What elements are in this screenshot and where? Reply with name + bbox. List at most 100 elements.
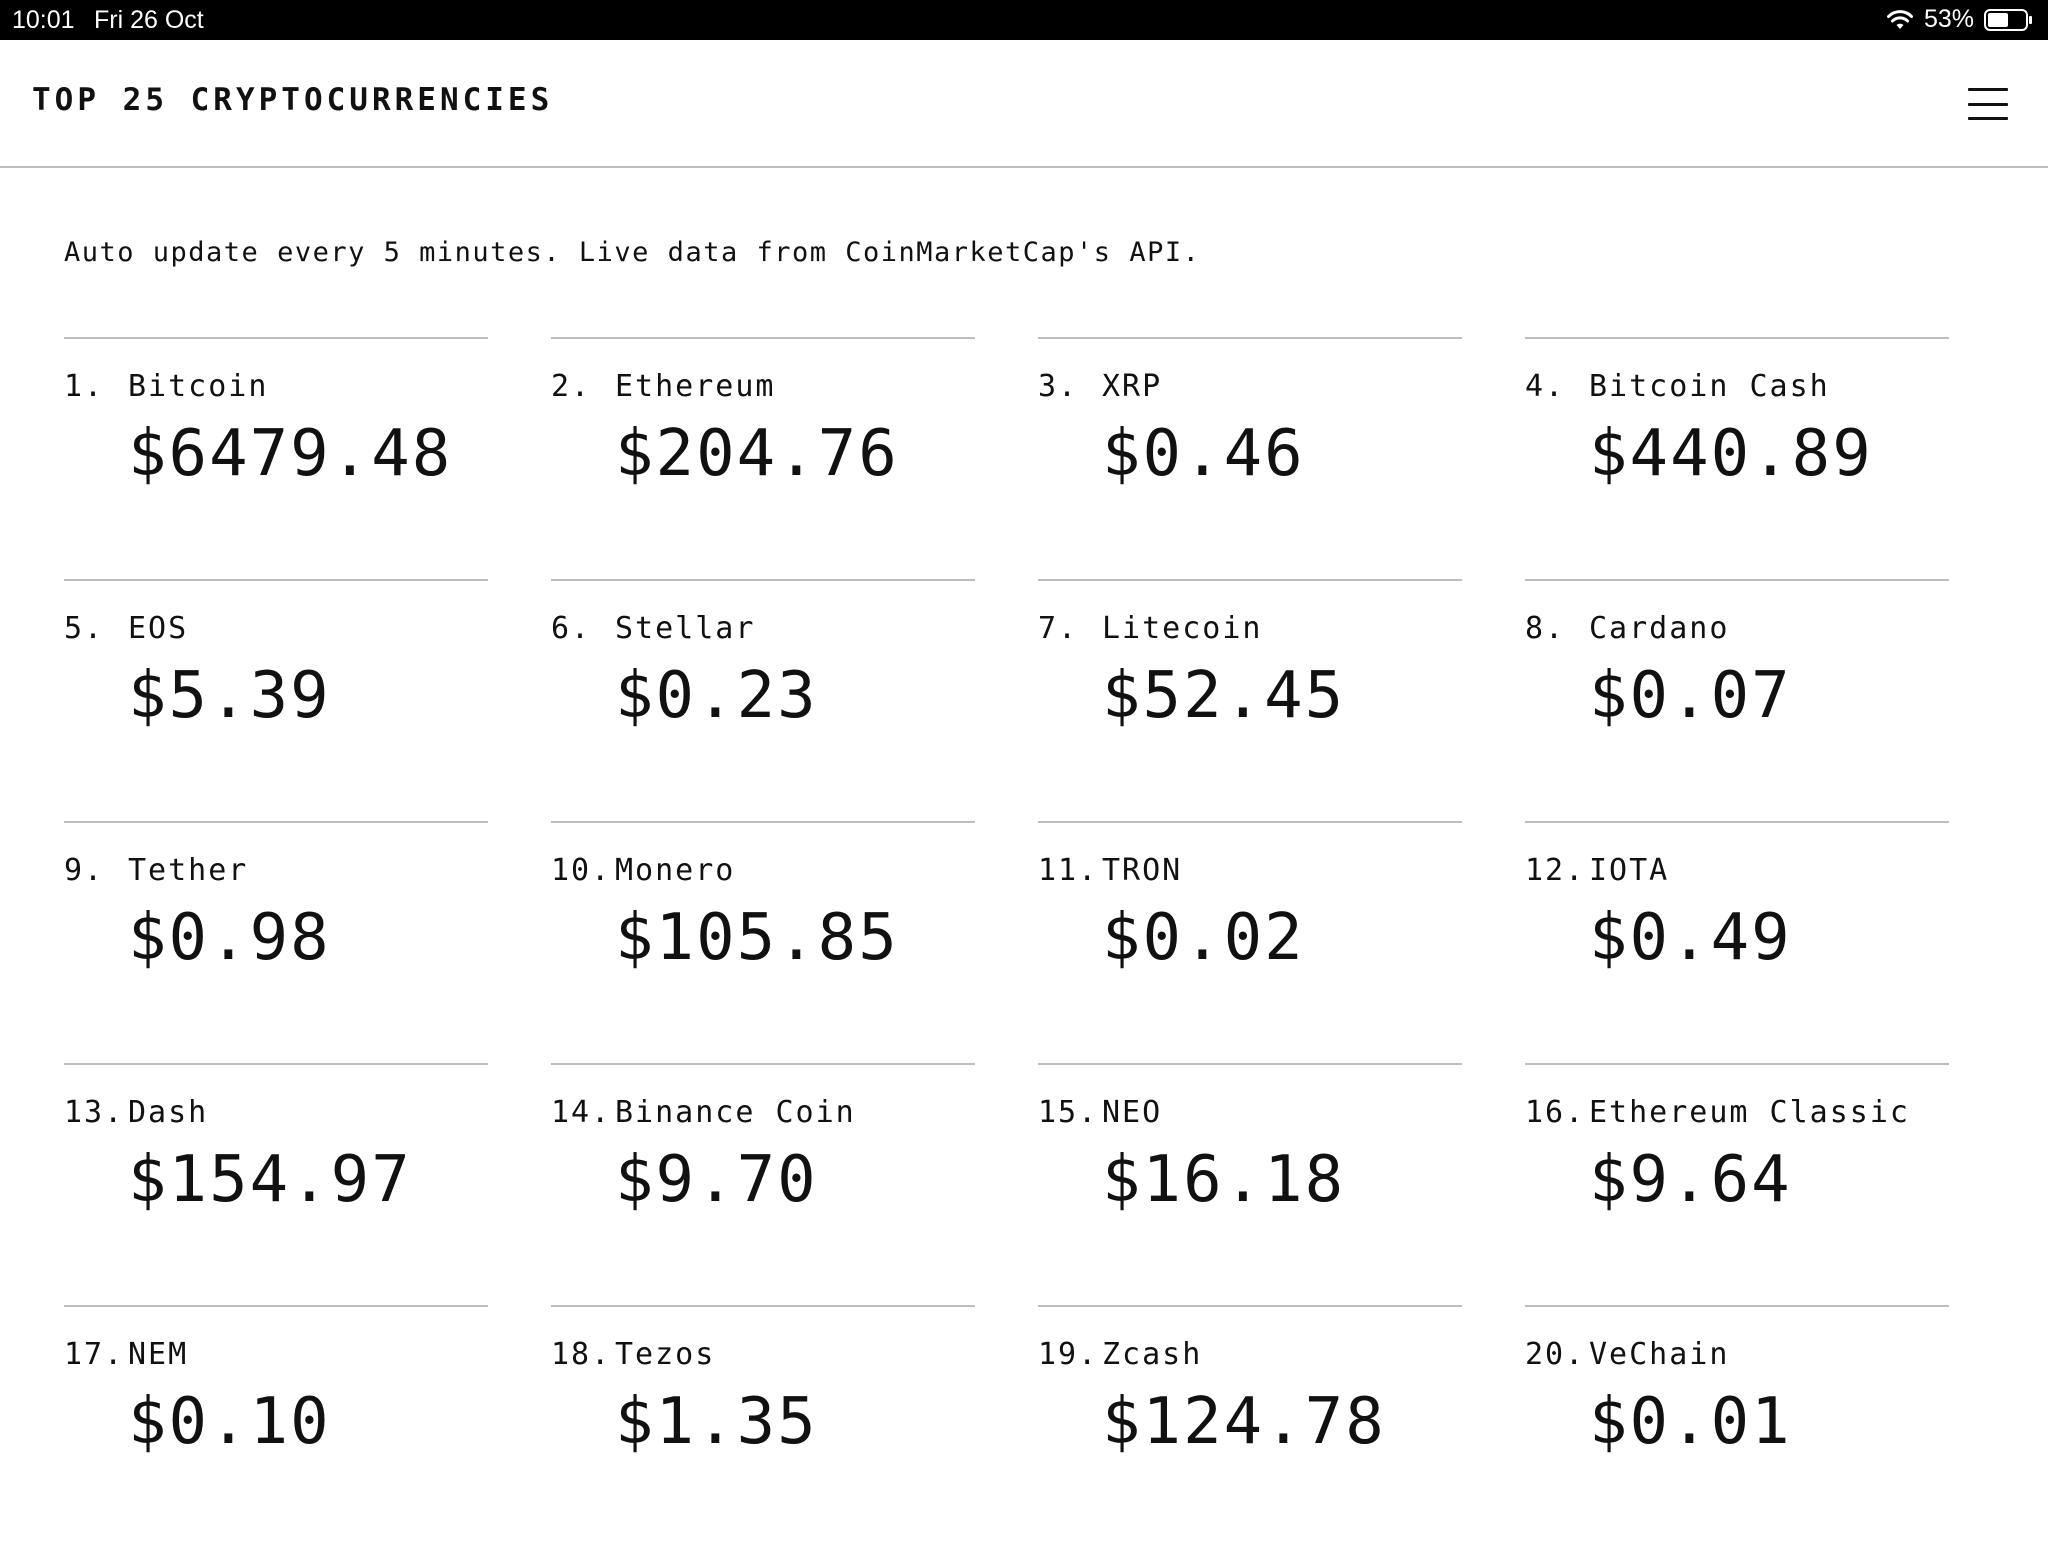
coin-price: $0.02: [1102, 901, 1305, 975]
coin-price: $5.39: [128, 659, 331, 733]
hamburger-menu-icon[interactable]: [1968, 88, 2008, 120]
coin-card[interactable]: 8. Cardano $0.07: [1525, 579, 1949, 821]
coin-header: 7. Litecoin: [1038, 611, 1263, 646]
coin-price: $124.78: [1102, 1385, 1386, 1459]
menu-line: [1968, 88, 2008, 91]
coin-price: $154.97: [128, 1143, 412, 1217]
coin-card[interactable]: 14. Binance Coin $9.70: [551, 1063, 975, 1305]
coin-header: 14. Binance Coin: [551, 1095, 856, 1130]
coin-name: NEO: [1102, 1095, 1163, 1130]
coin-card[interactable]: 6. Stellar $0.23: [551, 579, 975, 821]
status-indicators: 53%: [1886, 5, 2034, 34]
coin-header: 16. Ethereum Classic: [1525, 1095, 1910, 1130]
coin-header: 11. TRON: [1038, 853, 1182, 888]
coin-rank: 9.: [64, 853, 105, 888]
coin-name: Ethereum Classic: [1589, 1095, 1910, 1130]
coin-name: Tezos: [615, 1337, 716, 1372]
coin-header: 10. Monero: [551, 853, 735, 888]
coin-header: 15. NEO: [1038, 1095, 1162, 1130]
coin-card[interactable]: 1. Bitcoin $6479.48: [64, 337, 488, 579]
coin-rank: 15.: [1038, 1095, 1099, 1130]
status-bar: 10:01 Fri 26 Oct 53%: [0, 0, 2048, 40]
coin-header: 1. Bitcoin: [64, 369, 268, 404]
coin-card[interactable]: 10. Monero $105.85: [551, 821, 975, 1063]
coin-card[interactable]: 17. NEM $0.10: [64, 1305, 488, 1547]
coin-name: Monero: [615, 853, 736, 888]
coin-rank: 11.: [1038, 853, 1099, 888]
coin-name: Stellar: [615, 611, 756, 646]
coin-card[interactable]: 15. NEO $16.18: [1038, 1063, 1462, 1305]
coin-card[interactable]: 12. IOTA $0.49: [1525, 821, 1949, 1063]
coin-rank: 4.: [1525, 369, 1566, 404]
update-description: Auto update every 5 minutes. Live data f…: [64, 237, 1201, 268]
coin-grid: 1. Bitcoin $6479.48 2. Ethereum $204.76 3. XRP $…: [64, 337, 1954, 1547]
coin-header: 9. Tether: [64, 853, 248, 888]
status-time: 10:01: [12, 6, 75, 34]
status-date: Fri 26 Oct: [94, 6, 204, 34]
coin-rank: 6.: [551, 611, 592, 646]
coin-price: $204.76: [615, 417, 899, 491]
coin-price: $0.46: [1102, 417, 1305, 491]
coin-card[interactable]: 2. Ethereum $204.76: [551, 337, 975, 579]
coin-rank: 3.: [1038, 369, 1079, 404]
menu-line: [1968, 117, 2008, 120]
coin-card[interactable]: 3. XRP $0.46: [1038, 337, 1462, 579]
coin-price: $0.07: [1589, 659, 1792, 733]
coin-header: 8. Cardano: [1525, 611, 1729, 646]
coin-rank: 1.: [64, 369, 105, 404]
coin-card[interactable]: 13. Dash $154.97: [64, 1063, 488, 1305]
coin-header: 13. Dash: [64, 1095, 208, 1130]
coin-name: IOTA: [1589, 853, 1670, 888]
coin-header: 20. VeChain: [1525, 1337, 1729, 1372]
coin-name: VeChain: [1589, 1337, 1730, 1372]
coin-name: Binance Coin: [615, 1095, 856, 1130]
coin-rank: 20.: [1525, 1337, 1586, 1372]
coin-header: 12. IOTA: [1525, 853, 1669, 888]
coin-card[interactable]: 9. Tether $0.98: [64, 821, 488, 1063]
coin-rank: 7.: [1038, 611, 1079, 646]
coin-card[interactable]: 5. EOS $5.39: [64, 579, 488, 821]
coin-card[interactable]: 11. TRON $0.02: [1038, 821, 1462, 1063]
coin-price: $0.23: [615, 659, 818, 733]
battery-percentage: 53%: [1923, 5, 1974, 33]
coin-header: 3. XRP: [1038, 369, 1162, 404]
app-header: TOP 25 CRYPTOCURRENCIES: [0, 40, 2048, 168]
coin-rank: 18.: [551, 1337, 612, 1372]
page-title: TOP 25 CRYPTOCURRENCIES: [32, 82, 554, 118]
coin-price: $0.98: [128, 901, 331, 975]
coin-rank: 12.: [1525, 853, 1586, 888]
coin-rank: 2.: [551, 369, 592, 404]
coin-name: Bitcoin Cash: [1589, 369, 1830, 404]
coin-name: Litecoin: [1102, 611, 1263, 646]
coin-rank: 17.: [64, 1337, 125, 1372]
coin-name: Bitcoin: [128, 369, 269, 404]
coin-rank: 16.: [1525, 1095, 1586, 1130]
coin-header: 18. Tezos: [551, 1337, 715, 1372]
coin-price: $9.64: [1589, 1143, 1792, 1217]
coin-rank: 19.: [1038, 1337, 1099, 1372]
coin-price: $1.35: [615, 1385, 818, 1459]
menu-line: [1968, 102, 2008, 106]
coin-card[interactable]: 4. Bitcoin Cash $440.89: [1525, 337, 1949, 579]
coin-price: $6479.48: [128, 417, 453, 491]
coin-price: $0.10: [128, 1385, 331, 1459]
coin-header: 4. Bitcoin Cash: [1525, 369, 1830, 404]
coin-header: 2. Ethereum: [551, 369, 776, 404]
coin-price: $52.45: [1102, 659, 1346, 733]
coin-rank: 14.: [551, 1095, 612, 1130]
coin-price: $440.89: [1589, 417, 1873, 491]
coin-card[interactable]: 7. Litecoin $52.45: [1038, 579, 1462, 821]
wifi-icon: [1886, 9, 1913, 29]
coin-card[interactable]: 18. Tezos $1.35: [551, 1305, 975, 1547]
coin-card[interactable]: 20. VeChain $0.01: [1525, 1305, 1949, 1547]
coin-price: $105.85: [615, 901, 899, 975]
coin-card[interactable]: 16. Ethereum Classic $9.64: [1525, 1063, 1949, 1305]
coin-header: 5. EOS: [64, 611, 188, 646]
coin-header: 19. Zcash: [1038, 1337, 1202, 1372]
coin-price: $9.70: [615, 1143, 818, 1217]
coin-name: Ethereum: [615, 369, 776, 404]
coin-card[interactable]: 19. Zcash $124.78: [1038, 1305, 1462, 1547]
coin-header: 6. Stellar: [551, 611, 755, 646]
coin-name: TRON: [1102, 853, 1183, 888]
coin-name: Cardano: [1589, 611, 1730, 646]
